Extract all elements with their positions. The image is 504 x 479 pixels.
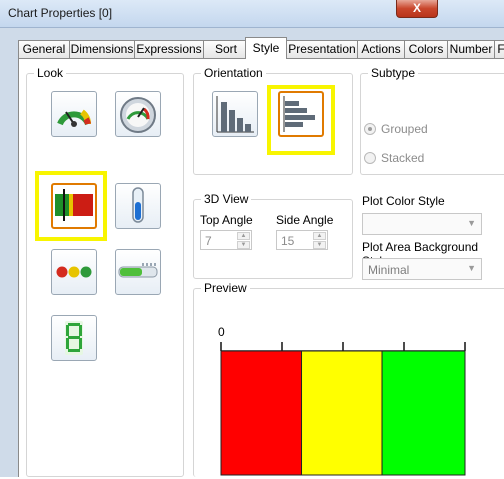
- vertical-bars-icon: [216, 96, 254, 133]
- top-angle-value: 7: [205, 234, 212, 248]
- preview-segment-1: [220, 350, 303, 476]
- tab-label: Expressions: [136, 42, 202, 56]
- dial-gauge-icon: [120, 97, 156, 133]
- tab-label: General: [22, 42, 66, 56]
- plot-area-bg-value: Minimal: [368, 263, 410, 277]
- tab-label: Colors: [408, 42, 444, 56]
- spin-down-icon[interactable]: ▼: [237, 241, 250, 249]
- tab-label: Sort: [214, 42, 237, 56]
- tab-colors[interactable]: Colors: [404, 40, 448, 59]
- spin-down-icon[interactable]: ▼: [313, 241, 326, 249]
- preview-segment-3: [381, 350, 466, 476]
- spin-up-icon[interactable]: ▲: [237, 232, 250, 240]
- style-tab-page: Look Orientation Subtype Grouped Stacked…: [18, 58, 504, 477]
- digital-digit-button[interactable]: [51, 315, 97, 361]
- preview-segment-2: [301, 350, 383, 476]
- subtype-title: Subtype: [368, 66, 419, 80]
- window-titlebar: Chart Properties [0] X: [0, 0, 504, 28]
- tab-label: Dimensions: [70, 42, 134, 56]
- preview-title: Preview: [201, 281, 250, 295]
- plot-color-style-label: Plot Color Style: [362, 194, 445, 208]
- plot-color-style-dropdown[interactable]: ▼: [362, 213, 482, 235]
- close-button[interactable]: X: [396, 0, 438, 18]
- vertical-orientation-button[interactable]: [212, 91, 258, 137]
- tab-strip: General Dimensions Expressions Sort Styl…: [18, 37, 504, 59]
- thermometer-gauge-icon: [132, 187, 144, 223]
- tab-presentation[interactable]: Presentation: [286, 40, 358, 59]
- speedometer-gauge-button[interactable]: [51, 91, 97, 137]
- plot-area-bg-dropdown[interactable]: Minimal ▼: [362, 258, 482, 280]
- tab-label: Actions: [361, 42, 401, 56]
- led-bar-gauge-icon: [118, 263, 158, 278]
- top-angle-stepper[interactable]: 7 ▲ ▼: [200, 230, 252, 250]
- traffic-light-icon: [56, 266, 92, 278]
- chevron-down-icon: ▼: [467, 218, 476, 228]
- stacked-radio[interactable]: [364, 152, 376, 164]
- tab-font[interactable]: F: [494, 40, 504, 59]
- side-angle-label: Side Angle: [276, 213, 334, 227]
- orientation-title: Orientation: [201, 66, 266, 80]
- thermometer-gauge-button[interactable]: [115, 183, 161, 229]
- tab-label: Number: [449, 42, 493, 56]
- traffic-light-button[interactable]: [51, 249, 97, 295]
- tab-label: Presentation: [288, 42, 356, 56]
- led-bar-gauge-button[interactable]: [115, 249, 161, 295]
- tab-style[interactable]: Style: [245, 37, 287, 59]
- side-angle-value: 15: [281, 234, 295, 248]
- preview-chart: [220, 342, 466, 476]
- window-title: Chart Properties [0]: [8, 6, 113, 20]
- highlight-marker: [35, 171, 107, 241]
- grouped-label: Grouped: [381, 122, 428, 136]
- close-icon: X: [412, 1, 421, 15]
- dial-gauge-button[interactable]: [115, 91, 161, 137]
- tab-label: Style: [252, 41, 280, 55]
- tab-label: F: [497, 42, 504, 56]
- side-angle-stepper[interactable]: 15 ▲ ▼: [276, 230, 328, 250]
- 3d-view-title: 3D View: [201, 192, 252, 206]
- tab-actions[interactable]: Actions: [357, 40, 405, 59]
- dialog-frame: General Dimensions Expressions Sort Styl…: [0, 28, 504, 477]
- grouped-radio[interactable]: [364, 123, 376, 135]
- speedometer-gauge-icon: [57, 109, 91, 127]
- tab-number[interactable]: Number: [447, 40, 495, 59]
- tab-general[interactable]: General: [18, 40, 70, 59]
- digital-digit-icon: [65, 321, 83, 355]
- highlight-marker: [267, 85, 335, 155]
- spin-up-icon[interactable]: ▲: [313, 232, 326, 240]
- tab-dimensions[interactable]: Dimensions: [69, 40, 135, 59]
- chevron-down-icon: ▼: [467, 263, 476, 273]
- top-angle-label: Top Angle: [200, 213, 253, 227]
- look-title: Look: [34, 66, 67, 80]
- tab-expressions[interactable]: Expressions: [134, 40, 204, 59]
- stacked-label: Stacked: [381, 151, 425, 165]
- tab-sort[interactable]: Sort: [203, 40, 249, 59]
